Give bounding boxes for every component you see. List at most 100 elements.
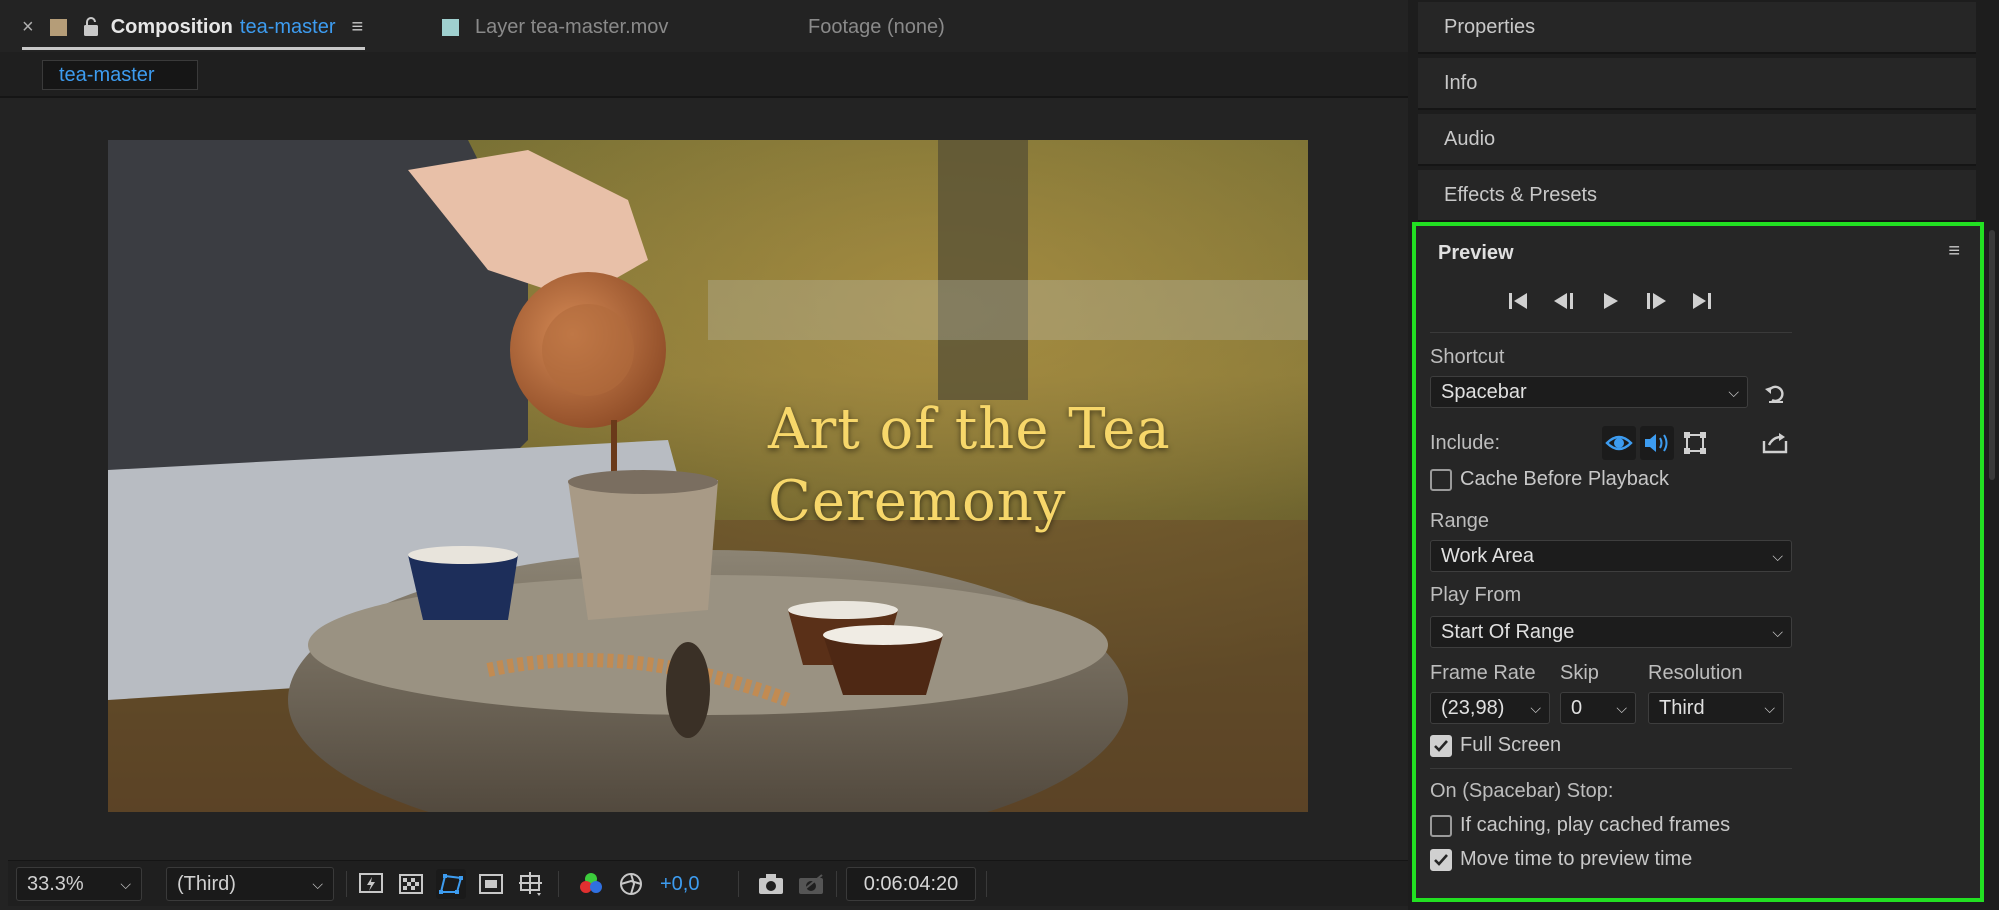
cache-before-playback-checkbox[interactable]: Cache Before Playback xyxy=(1430,468,1669,491)
play-from-label: Play From xyxy=(1430,584,1522,606)
tab-composition[interactable]: × Composition tea-master ≡ xyxy=(22,14,366,50)
composition-navigator-bar: tea-master xyxy=(0,52,1408,98)
tab-footage-label: Footage (none) xyxy=(808,15,945,38)
if-caching-checkbox[interactable]: If caching, play cached frames xyxy=(1430,814,1730,837)
checkbox-box[interactable] xyxy=(1430,814,1452,837)
viewer-footer-toolbar: 33.3% ⌵ (Third) ⌵ +0,0 0:06:04:20 xyxy=(8,860,1408,906)
shortcut-label: Shortcut xyxy=(1430,346,1505,368)
previous-frame-icon[interactable] xyxy=(1546,290,1582,312)
chevron-down-icon: ⌵ xyxy=(1616,700,1627,716)
composition-panel: × Composition tea-master ≡ Layer tea-mas… xyxy=(0,0,1408,910)
mask-path-visibility-icon[interactable] xyxy=(436,869,466,899)
unlock-icon[interactable] xyxy=(83,17,99,37)
divider xyxy=(1430,332,1792,333)
skip-dropdown[interactable]: 0 ⌵ xyxy=(1560,692,1636,724)
exposure-value[interactable]: +0,0 xyxy=(660,867,699,901)
range-dropdown[interactable]: Work Area ⌵ xyxy=(1430,540,1792,572)
divider xyxy=(558,871,559,897)
transparency-grid-icon[interactable] xyxy=(396,869,426,899)
audio-panel-header[interactable]: Audio xyxy=(1418,114,1976,166)
frame-rate-label: Frame Rate xyxy=(1430,662,1536,684)
effects-presets-panel-label: Effects & Presets xyxy=(1444,184,1598,206)
label-color-swatch[interactable] xyxy=(49,18,67,36)
grid-guides-icon[interactable] xyxy=(516,869,546,899)
channels-icon[interactable] xyxy=(576,869,606,899)
checkbox-checked-icon[interactable] xyxy=(1430,848,1452,871)
preview-panel-title: Preview xyxy=(1438,242,1514,264)
next-frame-icon[interactable] xyxy=(1638,290,1674,312)
chevron-down-icon: ⌵ xyxy=(1772,624,1783,640)
show-snapshot-icon[interactable] xyxy=(796,869,826,899)
zoom-dropdown[interactable]: 33.3% ⌵ xyxy=(16,867,142,901)
properties-panel-header[interactable]: Properties xyxy=(1418,2,1976,54)
composition-viewer[interactable]: Art of the Tea Ceremony xyxy=(8,100,1408,856)
panel-scrollbar[interactable] xyxy=(1989,230,1995,480)
chevron-down-icon: ⌵ xyxy=(1728,384,1739,400)
checkbox-box[interactable] xyxy=(1430,468,1452,491)
tab-composition-label: Composition xyxy=(110,15,233,38)
zoom-value: 33.3% xyxy=(27,873,84,895)
tab-layer-name: tea-master.mov xyxy=(530,15,669,38)
full-screen-label: Full Screen xyxy=(1460,734,1562,756)
range-value: Work Area xyxy=(1441,545,1534,567)
resolution-dropdown[interactable]: (Third) ⌵ xyxy=(166,867,334,901)
divider xyxy=(986,871,987,897)
active-tab-underline xyxy=(22,47,366,50)
divider xyxy=(346,871,347,897)
right-panel-stack: Properties Info Audio Effects & Presets … xyxy=(1412,0,1999,910)
include-label: Include: xyxy=(1430,432,1501,454)
play-from-dropdown[interactable]: Start Of Range ⌵ xyxy=(1430,616,1792,648)
info-panel-label: Info xyxy=(1444,72,1478,94)
chevron-down-icon: ⌵ xyxy=(312,876,323,892)
resolution-value: (Third) xyxy=(177,873,236,895)
panel-menu-icon[interactable]: ≡ xyxy=(1948,240,1960,263)
tab-layer-label: Layer xyxy=(475,15,526,38)
snapshot-camera-icon[interactable] xyxy=(756,869,786,899)
export-share-icon[interactable] xyxy=(1758,426,1792,460)
tab-layer[interactable]: Layer tea-master.mov xyxy=(442,14,668,40)
full-screen-checkbox[interactable]: Full Screen xyxy=(1430,734,1561,757)
move-time-checkbox[interactable]: Move time to preview time xyxy=(1430,848,1692,871)
overlay-title-line-1: Art of the Tea xyxy=(768,397,1171,462)
play-icon[interactable] xyxy=(1592,290,1628,312)
include-audio-speaker-icon[interactable] xyxy=(1640,426,1674,460)
shortcut-value: Spacebar xyxy=(1441,381,1527,403)
properties-panel-label: Properties xyxy=(1444,16,1536,38)
panel-tab-bar: × Composition tea-master ≡ Layer tea-mas… xyxy=(0,0,1408,52)
fast-previews-icon[interactable] xyxy=(356,869,386,899)
first-frame-icon[interactable] xyxy=(1500,290,1536,312)
range-label: Range xyxy=(1430,510,1489,532)
panel-menu-icon[interactable]: ≡ xyxy=(352,16,364,39)
frame-rate-dropdown[interactable]: (23,98) ⌵ xyxy=(1430,692,1550,724)
checkbox-checked-icon[interactable] xyxy=(1430,734,1452,757)
stop-section-label: On (Spacebar) Stop: xyxy=(1430,780,1614,802)
cache-before-playback-label: Cache Before Playback xyxy=(1460,468,1670,490)
resolution-select[interactable]: Third ⌵ xyxy=(1648,692,1784,724)
audio-panel-label: Audio xyxy=(1444,128,1496,150)
composition-subtab[interactable]: tea-master xyxy=(42,60,198,90)
shortcut-dropdown[interactable]: Spacebar ⌵ xyxy=(1430,376,1748,408)
resolution-label: Resolution xyxy=(1648,662,1743,684)
include-overlays-icon[interactable] xyxy=(1678,426,1712,460)
region-of-interest-icon[interactable] xyxy=(476,869,506,899)
divider xyxy=(836,871,837,897)
include-video-eye-icon[interactable] xyxy=(1602,426,1636,460)
if-caching-label: If caching, play cached frames xyxy=(1460,814,1731,836)
overlay-title-text[interactable]: Art of the Tea Ceremony xyxy=(768,394,1171,538)
overlay-title-line-2: Ceremony xyxy=(768,469,1067,534)
chevron-down-icon: ⌵ xyxy=(1764,700,1775,716)
divider xyxy=(1430,768,1792,769)
tab-footage[interactable]: Footage (none) xyxy=(808,14,945,40)
divider xyxy=(738,871,739,897)
color-management-icon[interactable] xyxy=(616,869,646,899)
reset-icon[interactable] xyxy=(1758,376,1792,410)
preview-panel: Preview ≡ Shortcut Spacebar ⌵ Include: C… xyxy=(1412,222,1984,902)
transport-controls xyxy=(1500,290,1720,312)
close-icon[interactable]: × xyxy=(22,16,34,39)
last-frame-icon[interactable] xyxy=(1684,290,1720,312)
info-panel-header[interactable]: Info xyxy=(1418,58,1976,110)
composition-frame[interactable]: Art of the Tea Ceremony xyxy=(108,140,1308,812)
effects-presets-panel-header[interactable]: Effects & Presets xyxy=(1418,170,1976,222)
current-time-display[interactable]: 0:06:04:20 xyxy=(846,867,976,901)
resolution-select-value: Third xyxy=(1659,697,1705,719)
